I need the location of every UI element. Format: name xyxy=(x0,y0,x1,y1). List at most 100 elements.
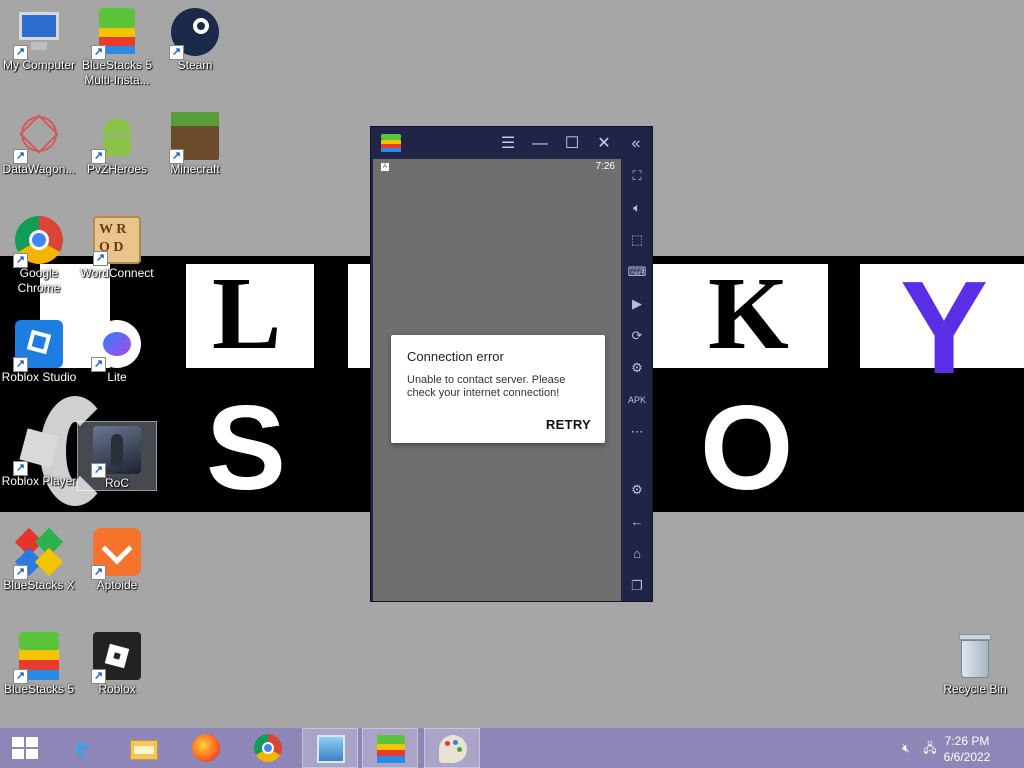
roblox-icon: ↗ xyxy=(91,632,141,684)
bluestacks-icon xyxy=(377,735,405,763)
desktop-icon-bluestacks-5[interactable]: ↗ BlueStacks 5 xyxy=(0,632,78,697)
macro-icon[interactable]: ⚙ xyxy=(626,357,648,379)
desktop-icon-google-chrome[interactable]: ↗ Google Chrome xyxy=(0,216,78,296)
desktop-icon-roc[interactable]: ↗ RoC xyxy=(77,421,157,491)
settings-icon[interactable]: ⚙ xyxy=(626,479,648,501)
desktop-icon-wordconnect[interactable]: W R O D ↗ WordConnect xyxy=(78,216,156,281)
desktop-icon-pvzheroes[interactable]: ↗ PvZHeroes xyxy=(78,112,156,177)
back-icon[interactable]: ← xyxy=(626,511,648,533)
taskbar-firefox[interactable] xyxy=(178,728,234,768)
volume-muted-icon[interactable]: 🔇︎ xyxy=(898,740,914,756)
desktop-icon-label: PvZHeroes xyxy=(86,162,148,176)
bluestacks-icon: ↗ xyxy=(13,632,63,684)
desktop-icon-label: BlueStacks 5 Multi-Insta... xyxy=(81,58,153,87)
chrome-icon xyxy=(254,734,282,762)
desktop-icon-label: Aptoide xyxy=(96,578,138,592)
desktop-icon-roblox[interactable]: ↗ Roblox xyxy=(78,632,156,697)
retry-button[interactable]: RETRY xyxy=(546,417,591,432)
taskbar-photos[interactable] xyxy=(302,728,358,768)
desktop-icon-label: Roblox Player xyxy=(1,474,77,488)
aptoide-icon: ↗ xyxy=(91,528,141,580)
wallpaper-letter: K xyxy=(708,256,789,371)
bluestacks-titlebar[interactable]: ☰ — ☐ ✕ « xyxy=(371,127,652,159)
bluestacks-x-icon: ↗ xyxy=(13,527,64,580)
keyboard-icon[interactable]: ⌨ xyxy=(626,261,648,283)
volume-icon[interactable]: 🔈︎ xyxy=(626,197,648,219)
more-icon[interactable]: ⋯ xyxy=(626,421,648,443)
taskbar: e 🔇︎ 🖧︎ 7:26 PM 6/6/2022 xyxy=(0,728,1024,768)
collapse-sidebar-icon[interactable]: « xyxy=(625,133,647,155)
apk-icon[interactable]: APK xyxy=(626,389,648,411)
roc-icon: ↗ xyxy=(91,426,141,478)
taskbar-bluestacks[interactable] xyxy=(362,728,418,768)
dialog-title: Connection error xyxy=(407,349,504,364)
home-icon[interactable]: ⌂ xyxy=(626,543,648,565)
desktop-icon-bluestacks-x[interactable]: ↗ BlueStacks X xyxy=(0,527,78,593)
desktop-icon-steam[interactable]: ↗ Steam xyxy=(156,8,234,73)
taskbar-internet-explorer[interactable]: e xyxy=(54,728,110,768)
steam-icon: ↗ xyxy=(169,8,219,60)
desktop-icon-label: BlueStacks X xyxy=(3,578,75,592)
status-notification-icon: A xyxy=(381,163,389,171)
wordconnect-icon: W R O D ↗ xyxy=(93,216,141,266)
connection-error-dialog: Connection error Unable to contact serve… xyxy=(391,335,605,443)
firefox-icon xyxy=(192,734,220,762)
messenger-lite-icon: ↗ xyxy=(91,320,141,372)
minimize-icon[interactable]: — xyxy=(529,133,551,155)
bluestacks-window[interactable]: ☰ — ☐ ✕ « A 7:26 Connection error Unable… xyxy=(370,126,653,602)
desktop-icon-label: RoC xyxy=(104,476,129,490)
dialog-message: Unable to contact server. Please check y… xyxy=(407,374,566,399)
roblox-studio-icon: ↗ xyxy=(13,320,63,372)
close-icon[interactable]: ✕ xyxy=(593,133,615,155)
desktop-icon-label: BlueStacks 5 xyxy=(3,682,75,696)
wallpaper-letter: O xyxy=(700,381,794,515)
desktop-icon-recycle-bin[interactable]: Recycle Bin xyxy=(936,632,1014,697)
desktop-icon-minecraft[interactable]: ↗ Minecraft xyxy=(156,112,234,177)
minecraft-icon: ↗ xyxy=(169,112,219,164)
taskbar-clock[interactable]: 7:26 PM 6/6/2022 xyxy=(932,733,1002,765)
maximize-icon[interactable]: ☐ xyxy=(561,133,583,155)
desktop-icon-aptoide[interactable]: ↗ Aptoide xyxy=(78,528,156,593)
photos-icon xyxy=(317,735,345,763)
recycle-bin-icon xyxy=(951,632,999,680)
bluestacks-logo-icon xyxy=(381,134,401,152)
desktop-icon-label: My Computer xyxy=(2,58,76,72)
recent-apps-icon[interactable]: ❐ xyxy=(626,575,648,597)
computer-icon: ↗ xyxy=(13,8,63,60)
paint-icon xyxy=(439,735,467,763)
wallpaper-letter: L xyxy=(212,256,282,371)
datawagon-icon: ↗ xyxy=(13,110,63,164)
desktop-icon-label: Roblox xyxy=(98,682,136,696)
menu-icon[interactable]: ☰ xyxy=(497,133,519,155)
bluestacks-sidebar: ⛶ 🔈︎ ⬚ ⌨ ▶ ⟳ ⚙ APK ⋯ ⚙ ← ⌂ ❐ xyxy=(621,159,652,601)
desktop-icon-datawagon[interactable]: ↗ DataWagon... xyxy=(0,110,78,177)
taskbar-file-explorer[interactable] xyxy=(116,728,172,768)
desktop-icon-label: Google Chrome xyxy=(17,266,61,295)
desktop-icon-lite[interactable]: ↗ Lite xyxy=(78,320,156,385)
pointer-icon[interactable]: ⬚ xyxy=(626,229,648,251)
desktop-icon-label: Steam xyxy=(177,58,213,72)
taskbar-chrome[interactable] xyxy=(240,728,296,768)
record-icon[interactable]: ▶ xyxy=(626,293,648,315)
bluestacks-multi-icon: ↗ xyxy=(91,8,141,60)
chrome-icon: ↗ xyxy=(13,216,63,268)
desktop-icon-label: Roblox Studio xyxy=(1,370,77,384)
file-explorer-icon xyxy=(130,734,158,762)
rotate-icon[interactable]: ⟳ xyxy=(626,325,648,347)
android-screen[interactable]: A 7:26 Connection error Unable to contac… xyxy=(373,159,621,601)
taskbar-paint[interactable] xyxy=(424,728,480,768)
roblox-player-icon: ↗ xyxy=(13,424,63,476)
clock-time: 7:26 PM xyxy=(944,734,990,748)
clock-date: 6/6/2022 xyxy=(943,750,991,764)
fullscreen-icon[interactable]: ⛶ xyxy=(626,165,648,187)
desktop-icon-label: WordConnect xyxy=(80,266,154,280)
desktop-icon-label: Recycle Bin xyxy=(943,682,1007,696)
internet-explorer-icon: e xyxy=(75,732,89,763)
desktop-icon-bluestacks-multi[interactable]: ↗ BlueStacks 5 Multi-Insta... xyxy=(78,8,156,88)
desktop-icon-roblox-studio[interactable]: ↗ Roblox Studio xyxy=(0,320,78,385)
desktop-icon-my-computer[interactable]: ↗ My Computer xyxy=(0,8,78,73)
desktop-icon-roblox-player[interactable]: ↗ Roblox Player xyxy=(0,424,78,489)
desktop-icon-label: DataWagon... xyxy=(2,162,76,176)
start-button[interactable] xyxy=(0,728,56,768)
desktop-icon-label: Minecraft xyxy=(170,162,220,176)
